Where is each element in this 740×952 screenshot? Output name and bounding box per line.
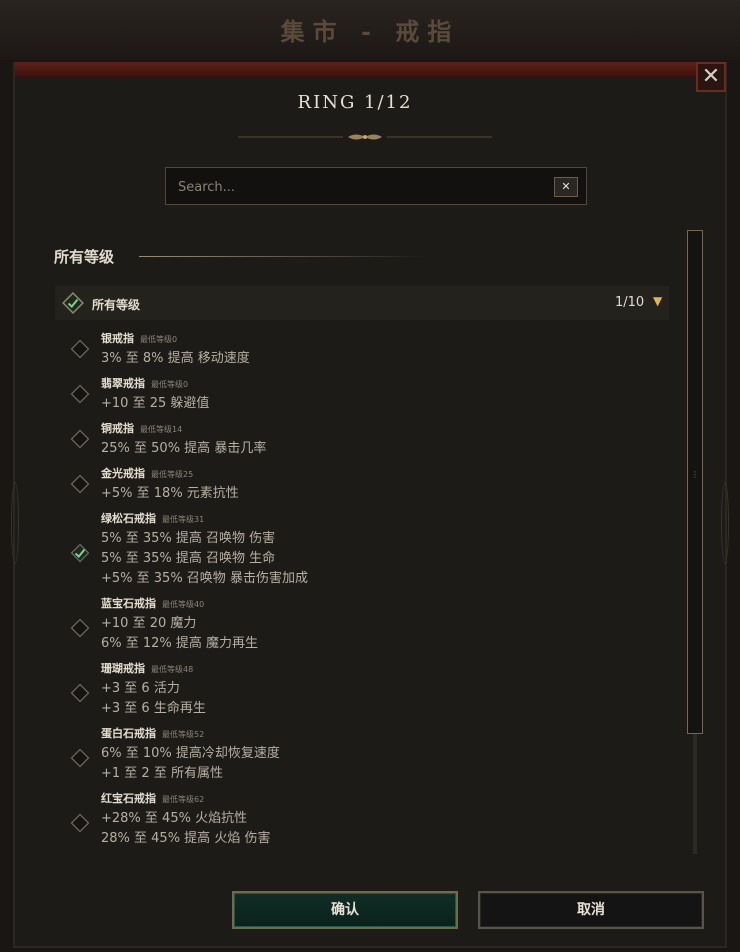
search-box: ✕ [165, 167, 587, 205]
close-icon: ✕ [701, 64, 721, 89]
unchecked-checkbox-icon[interactable] [70, 618, 90, 638]
ring-type-name: 珊瑚戒指 最低等级48 [101, 660, 193, 676]
ring-name-text: 珊瑚戒指 [101, 662, 145, 675]
title-ornament-icon [238, 134, 492, 140]
ring-type-item[interactable]: 蓝宝石戒指 最低等级40 +10 至 20 魔力 6% 至 12% 提高 魔力再生 [55, 595, 655, 652]
scrollbar-grip-icon[interactable]: ⋮ [691, 470, 699, 490]
ring-type-list: 银戒指 最低等级0 3% 至 8% 提高 移动速度 翡翠戒指 最低等级0 +10 至 25… [55, 324, 675, 856]
unchecked-checkbox-icon[interactable] [70, 474, 90, 494]
ring-type-name: 蛋白石戒指 最低等级52 [101, 725, 204, 741]
unchecked-checkbox-icon[interactable] [70, 384, 90, 404]
ring-name-text: 铜戒指 [101, 422, 134, 435]
affix-line: +5% 至 18% 元素抗性 [101, 486, 239, 501]
min-level-label: 最低等级0 [151, 380, 189, 389]
min-level-label: 最低等级14 [140, 425, 183, 434]
selection-count: 1/10 [615, 295, 645, 310]
search-input[interactable] [176, 177, 540, 197]
affix-line: 6% 至 12% 提高 魔力再生 [101, 636, 259, 651]
ring-name-text: 红宝石戒指 [101, 792, 156, 805]
ring-type-item[interactable]: 银戒指 最低等级0 3% 至 8% 提高 移动速度 [55, 330, 655, 367]
cancel-button[interactable]: 取消 [478, 891, 704, 929]
affix-line: 3% 至 8% 提高 移动速度 [101, 351, 250, 366]
section-title: 所有等级 [54, 248, 115, 266]
ring-type-name: 翡翠戒指 最低等级0 [101, 375, 188, 391]
ring-filter-dialog: ✕ RING 1/12 ✕ 所有等级 所有等级 1/10 ▼ 银戒指最低等级03… [11, 62, 729, 948]
ring-type-name: 银戒指 最低等级0 [101, 330, 177, 346]
clear-search-button[interactable]: ✕ [554, 177, 578, 197]
right-edge-ornament [721, 482, 729, 564]
background-title: 集市 - 戒指 [280, 17, 460, 46]
left-edge-ornament [11, 482, 19, 564]
affix-line: +3 至 6 生命再生 [101, 701, 206, 716]
affix-line: 6% 至 10% 提高冷却恢复速度 [101, 746, 280, 761]
affix-line: +10 至 20 魔力 [101, 616, 197, 631]
min-level-label: 最低等级48 [151, 665, 194, 674]
ring-type-item[interactable]: 珊瑚戒指 最低等级48 +3 至 6 活力 +3 至 6 生命再生 [55, 660, 655, 717]
unchecked-checkbox-icon[interactable] [70, 683, 90, 703]
unchecked-checkbox-icon[interactable] [70, 429, 90, 449]
ring-name-text: 银戒指 [101, 332, 134, 345]
affix-line: +28% 至 45% 火焰抗性 [101, 811, 248, 826]
min-level-label: 最低等级52 [162, 730, 205, 739]
dialog-top-bar [15, 62, 725, 77]
confirm-button[interactable]: 确认 [232, 891, 458, 929]
affix-line: +10 至 25 躲避值 [101, 396, 210, 411]
ring-name-text: 绿松石戒指 [101, 512, 156, 525]
ring-type-item[interactable]: 蛋白石戒指 最低等级52 6% 至 10% 提高冷却恢复速度 +1 至 2 至 所有属… [55, 725, 655, 782]
checked-checkbox-icon[interactable] [70, 543, 90, 563]
affix-line: 5% 至 35% 提高 召唤物 伤害 [101, 531, 276, 546]
ring-type-item[interactable]: 翡翠戒指 最低等级0 +10 至 25 躲避值 [55, 375, 655, 412]
affix-line: 25% 至 50% 提高 暴击几率 [101, 441, 267, 456]
section-divider [139, 256, 429, 257]
ring-type-item[interactable]: 绿松石戒指 最低等级31 5% 至 35% 提高 召唤物 伤害 5% 至 35% 提高… [55, 510, 655, 587]
checked-checkbox-icon[interactable] [62, 292, 84, 314]
min-level-label: 最低等级40 [162, 600, 205, 609]
affix-line: +1 至 2 至 所有属性 [101, 766, 223, 781]
scrollbar-rail [693, 734, 697, 854]
all-levels-label: 所有等级 [92, 298, 141, 312]
affix-line: 5% 至 35% 提高 召唤物 生命 [101, 551, 276, 566]
ring-type-name: 铜戒指 最低等级14 [101, 420, 182, 436]
affix-line: +5% 至 35% 召唤物 暴击伤害加成 [101, 571, 308, 586]
ring-type-item[interactable]: 金光戒指 最低等级25 +5% 至 18% 元素抗性 [55, 465, 655, 502]
min-level-label: 最低等级25 [151, 470, 194, 479]
unchecked-checkbox-icon[interactable] [70, 339, 90, 359]
min-level-label: 最低等级0 [140, 335, 178, 344]
collapse-arrow-icon[interactable]: ▼ [653, 294, 662, 308]
all-levels-row[interactable]: 所有等级 1/10 ▼ [55, 286, 669, 320]
clear-icon: ✕ [561, 180, 571, 193]
ring-name-text: 翡翠戒指 [101, 377, 145, 390]
min-level-label: 最低等级31 [162, 515, 205, 524]
ring-type-name: 金光戒指 最低等级25 [101, 465, 193, 481]
unchecked-checkbox-icon[interactable] [70, 748, 90, 768]
ring-type-item[interactable]: 红宝石戒指 最低等级62 +28% 至 45% 火焰抗性 28% 至 45% 提高 火… [55, 790, 655, 847]
affix-line: +3 至 6 活力 [101, 681, 180, 696]
ring-type-name: 红宝石戒指 最低等级62 [101, 790, 204, 806]
ring-name-text: 蓝宝石戒指 [101, 597, 156, 610]
ring-type-item[interactable]: 铜戒指 最低等级14 25% 至 50% 提高 暴击几率 [55, 420, 655, 457]
ring-name-text: 蛋白石戒指 [101, 727, 156, 740]
ring-name-text: 金光戒指 [101, 467, 145, 480]
dialog-title: RING 1/12 [297, 92, 413, 113]
ring-type-name: 蓝宝石戒指 最低等级40 [101, 595, 204, 611]
close-button[interactable]: ✕ [696, 62, 726, 92]
unchecked-checkbox-icon[interactable] [70, 813, 90, 833]
affix-line: 28% 至 45% 提高 火焰 伤害 [101, 831, 271, 846]
min-level-label: 最低等级62 [162, 795, 205, 804]
ring-type-name: 绿松石戒指 最低等级31 [101, 510, 204, 526]
